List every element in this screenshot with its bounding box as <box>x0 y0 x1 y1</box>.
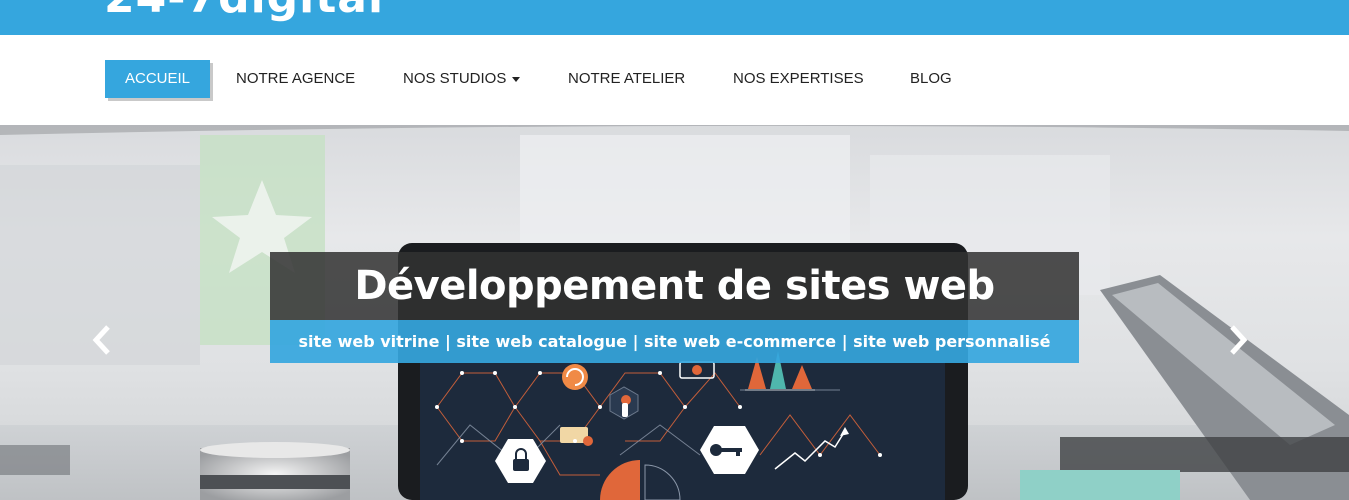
site-logo[interactable]: 24-7digital <box>104 0 384 23</box>
nav-item-accueil[interactable]: ACCUEIL <box>105 60 211 98</box>
slide-subtitle: site web vitrine | site web catalogue | … <box>270 320 1079 363</box>
nav-item-notre-agence[interactable]: NOTRE AGENCE <box>236 60 355 98</box>
nav-item-notre-atelier[interactable]: NOTRE ATELIER <box>568 60 685 98</box>
nav-item-label: NOS STUDIOS <box>403 70 507 87</box>
nav-item-label: NOTRE AGENCE <box>236 70 356 87</box>
nav-item-nos-studios[interactable]: NOS STUDIOS <box>403 60 521 98</box>
caret-down-icon <box>512 76 521 82</box>
nav-item-label: ACCUEIL <box>125 70 191 87</box>
nav-item-blog[interactable]: BLOG <box>910 60 952 98</box>
main-navigation: ACCUEIL NOTRE AGENCE NOS STUDIOS NOTRE A… <box>0 35 1349 125</box>
top-brand-bar: 24-7digital <box>0 0 1349 35</box>
carousel-prev-button[interactable] <box>88 323 118 357</box>
nav-item-label: NOS EXPERTISES <box>733 70 864 87</box>
nav-item-label: NOTRE ATELIER <box>568 70 686 87</box>
chevron-left-icon <box>92 325 110 355</box>
nav-item-nos-expertises[interactable]: NOS EXPERTISES <box>733 60 864 98</box>
hero-slider: Développement de sites web site web vitr… <box>0 125 1349 500</box>
slide-title: Développement de sites web <box>270 252 1079 320</box>
nav-item-label: BLOG <box>910 70 952 87</box>
carousel-next-button[interactable] <box>1222 323 1252 357</box>
chevron-right-icon <box>1230 325 1248 355</box>
